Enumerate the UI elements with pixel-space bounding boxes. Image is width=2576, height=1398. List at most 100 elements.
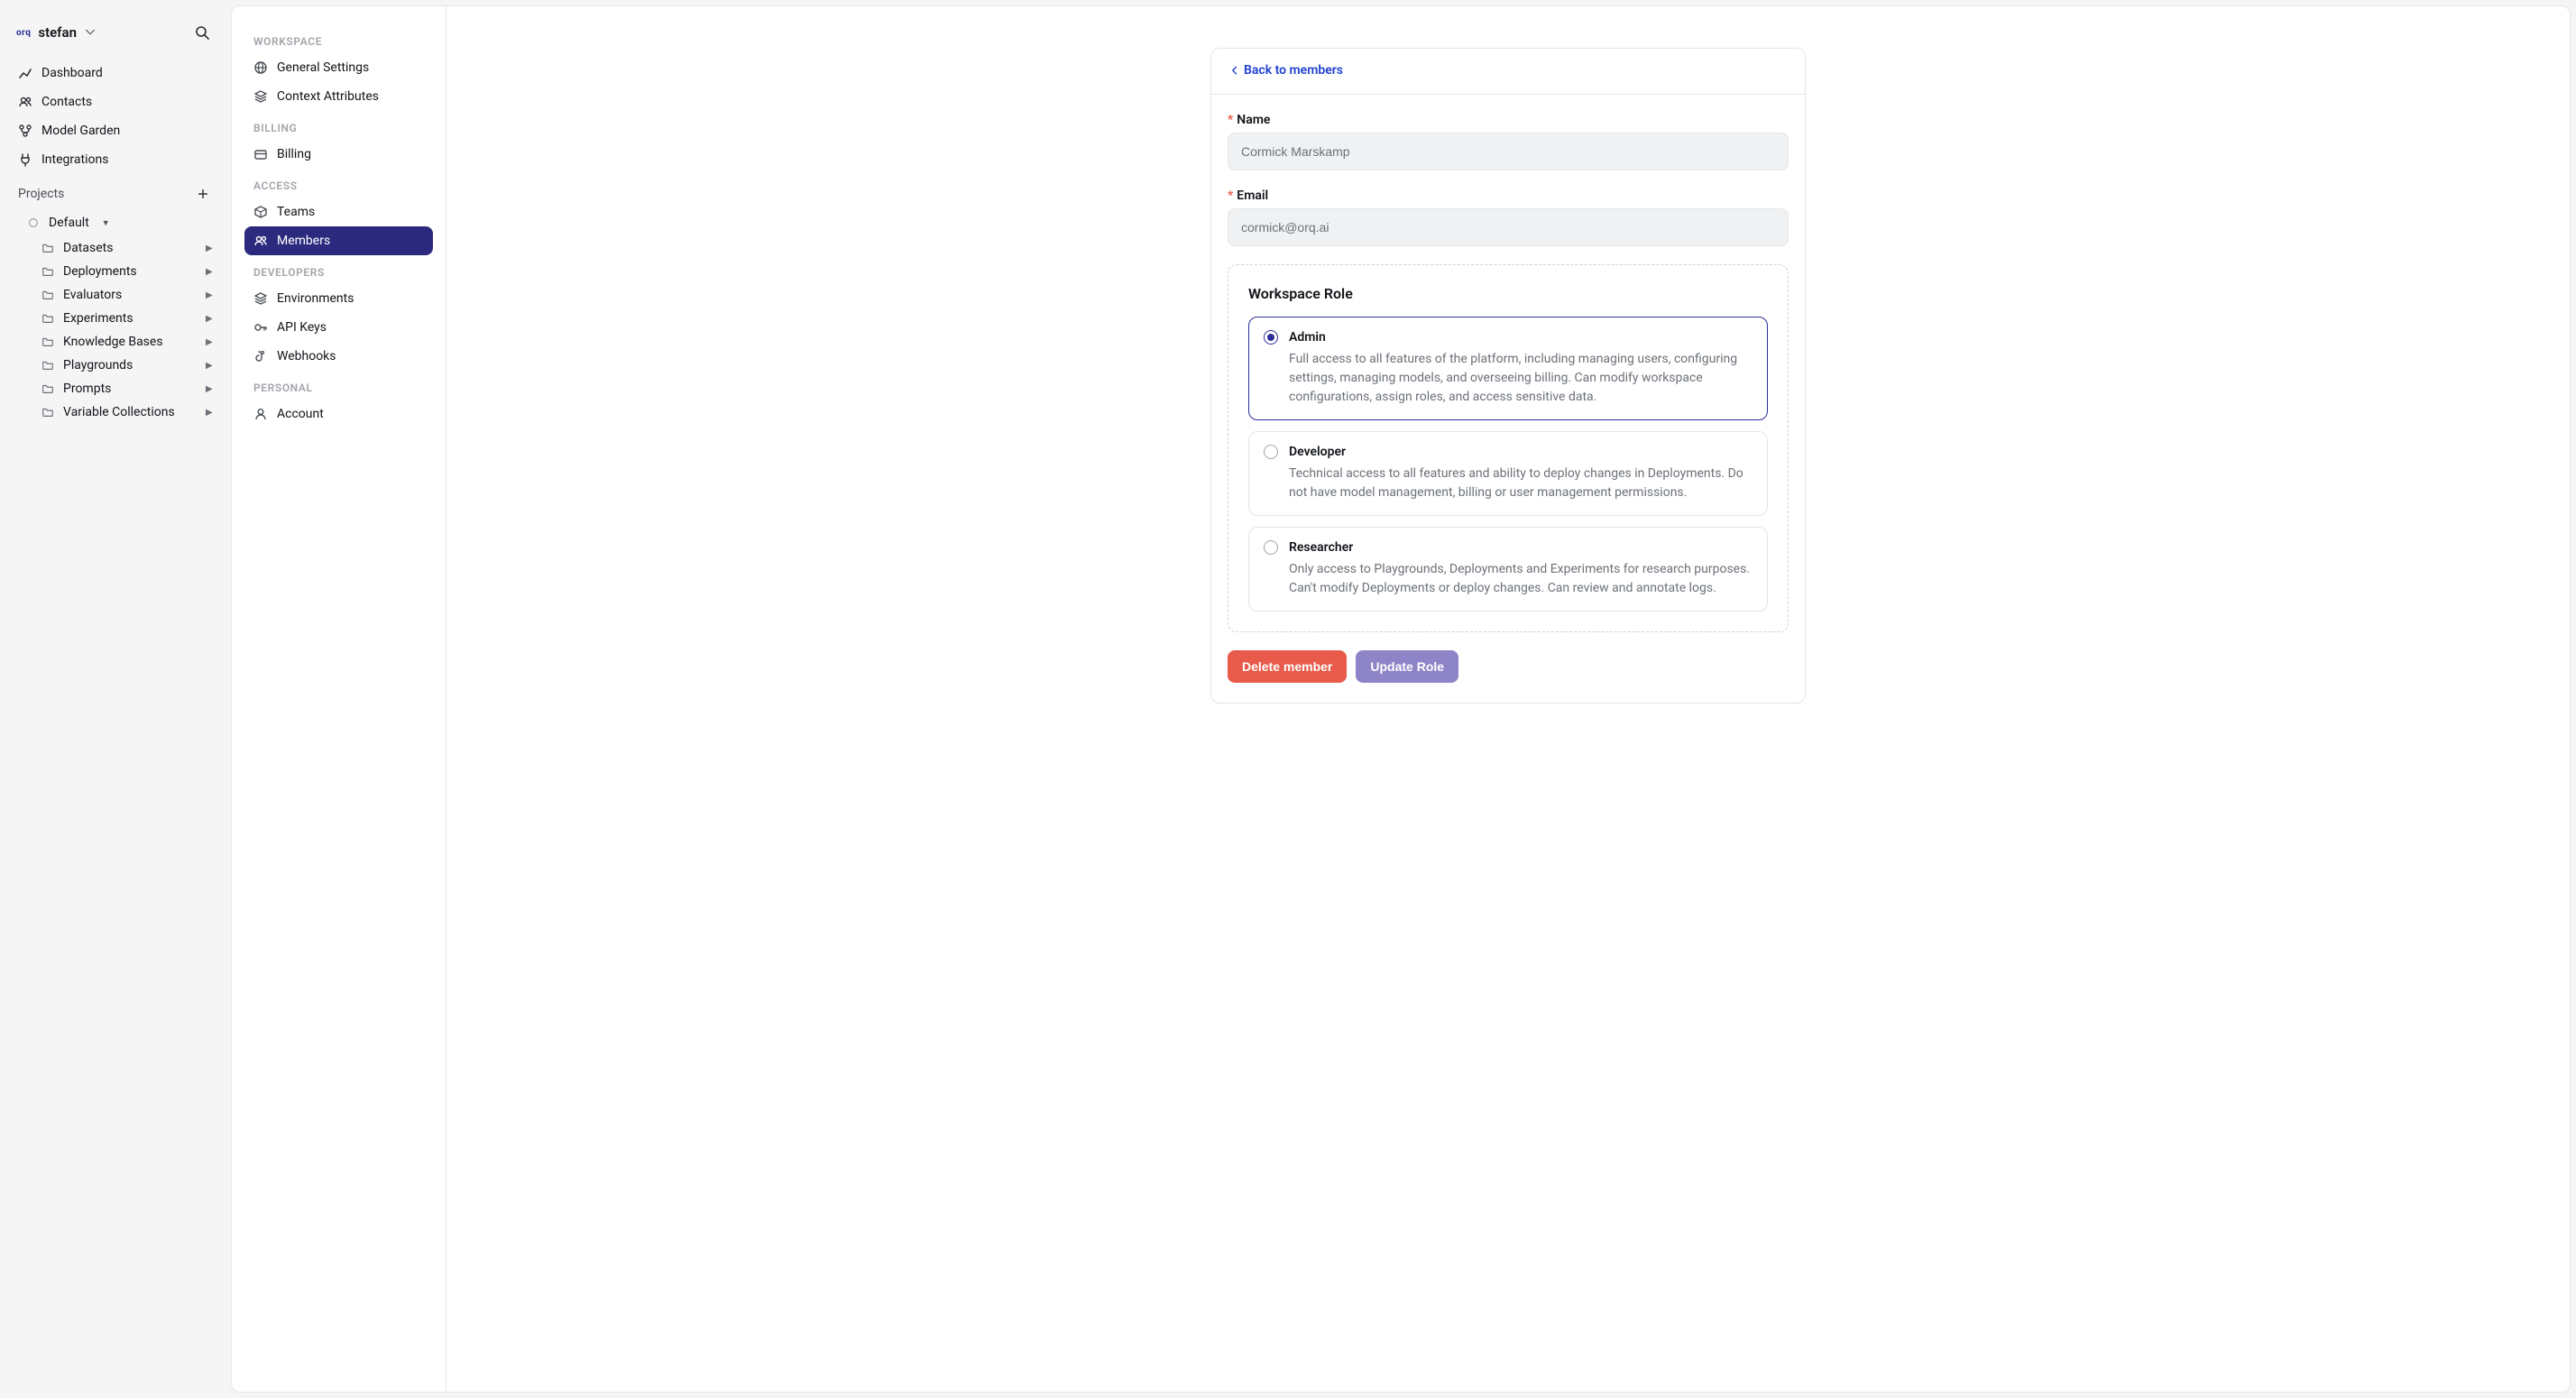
nav-integrations[interactable]: Integrations (11, 146, 220, 173)
settings-item-api-keys[interactable]: API Keys (244, 313, 433, 342)
settings-item-label: Teams (277, 205, 315, 219)
project-name: Default (49, 216, 89, 230)
branch-icon (18, 124, 32, 138)
settings-item-label: General Settings (277, 60, 369, 75)
project-item-variable-collections[interactable]: Variable Collections ▶ (11, 400, 220, 424)
settings-item-general-settings[interactable]: General Settings (244, 53, 433, 82)
folder-icon (41, 242, 54, 254)
role-name: Researcher (1289, 540, 1353, 555)
role-description: Technical access to all features and abi… (1289, 464, 1753, 502)
folder-icon (41, 265, 54, 278)
back-to-members-link[interactable]: Back to members (1229, 63, 1343, 78)
add-project-button[interactable] (193, 184, 213, 204)
general-settings-icon (253, 60, 268, 75)
role-box: Workspace Role AdminFull access to all f… (1228, 264, 1789, 632)
radio-researcher[interactable] (1264, 540, 1278, 555)
settings-group-title: ACCESS (244, 169, 433, 198)
project-item-evaluators[interactable]: Evaluators ▶ (11, 283, 220, 307)
project-item-label: Evaluators (63, 288, 122, 302)
settings-item-label: Billing (277, 147, 311, 161)
caret-right-icon: ▶ (206, 408, 213, 418)
project-item-label: Prompts (63, 382, 111, 396)
project-item-prompts[interactable]: Prompts ▶ (11, 377, 220, 400)
billing-icon (253, 147, 268, 161)
project-default[interactable]: Default ▼ (11, 211, 220, 235)
api-keys-icon (253, 320, 268, 335)
role-name: Developer (1289, 445, 1346, 459)
plus-icon (197, 188, 209, 200)
caret-down-icon: ▼ (102, 218, 110, 228)
settings-item-label: Context Attributes (277, 89, 379, 104)
folder-icon (41, 312, 54, 325)
project-item-deployments[interactable]: Deployments ▶ (11, 260, 220, 283)
project-item-label: Deployments (63, 264, 137, 279)
radio-developer[interactable] (1264, 445, 1278, 459)
nav-label: Model Garden (41, 124, 120, 138)
settings-nav: WORKSPACEGeneral SettingsContext Attribu… (232, 6, 446, 1392)
name-input (1228, 133, 1789, 170)
caret-right-icon: ▶ (206, 267, 213, 277)
settings-item-label: Account (277, 407, 324, 421)
settings-item-members[interactable]: Members (244, 226, 433, 255)
chart-icon (18, 66, 32, 80)
role-name: Admin (1289, 330, 1326, 345)
role-option-admin[interactable]: Admin Full access to all features of the … (1248, 317, 1768, 420)
users-icon (18, 95, 32, 109)
settings-item-label: Environments (277, 291, 354, 306)
name-label: *Name (1228, 113, 1789, 127)
role-description: Full access to all features of the platf… (1289, 350, 1753, 407)
settings-item-account[interactable]: Account (244, 400, 433, 428)
settings-group-title: PERSONAL (244, 371, 433, 400)
project-item-label: Playgrounds (63, 358, 133, 372)
email-label: *Email (1228, 189, 1789, 203)
search-icon (195, 25, 209, 40)
nav-contacts[interactable]: Contacts (11, 88, 220, 115)
folder-icon (41, 382, 54, 395)
settings-item-label: Members (277, 234, 330, 248)
project-item-playgrounds[interactable]: Playgrounds ▶ (11, 354, 220, 377)
caret-right-icon: ▶ (206, 384, 213, 394)
caret-right-icon: ▶ (206, 337, 213, 347)
search-button[interactable] (189, 20, 215, 45)
members-icon (253, 234, 268, 248)
role-option-researcher[interactable]: Researcher Only access to Playgrounds, De… (1248, 527, 1768, 612)
caret-right-icon: ▶ (206, 290, 213, 300)
member-card: Back to members *Name *Email Workspace R… (1210, 48, 1806, 704)
settings-group-title: DEVELOPERS (244, 255, 433, 284)
project-item-label: Experiments (63, 311, 133, 326)
radio-admin[interactable] (1264, 330, 1278, 345)
settings-item-teams[interactable]: Teams (244, 198, 433, 226)
nav-dashboard[interactable]: Dashboard (11, 60, 220, 87)
chevron-down-icon (84, 26, 97, 39)
nav-label: Dashboard (41, 66, 103, 80)
settings-item-context-attributes[interactable]: Context Attributes (244, 82, 433, 111)
project-item-label: Datasets (63, 241, 113, 255)
settings-item-webhooks[interactable]: Webhooks (244, 342, 433, 371)
caret-right-icon: ▶ (206, 361, 213, 371)
project-item-label: Variable Collections (63, 405, 175, 419)
caret-right-icon: ▶ (206, 314, 213, 324)
email-input (1228, 208, 1789, 246)
primary-nav: orq stefan Dashboard Contacts Model Gard… (0, 0, 231, 1398)
context-attributes-icon (253, 89, 268, 104)
logo-mark: orq (16, 28, 31, 38)
settings-item-environments[interactable]: Environments (244, 284, 433, 313)
workspace-switcher[interactable]: orq stefan (11, 14, 220, 58)
folder-icon (41, 359, 54, 372)
role-description: Only access to Playgrounds, Deployments … (1289, 560, 1753, 598)
role-option-developer[interactable]: Developer Technical access to all feature… (1248, 431, 1768, 516)
account-icon (253, 407, 268, 421)
nav-label: Contacts (41, 95, 92, 109)
back-label: Back to members (1244, 63, 1343, 78)
project-item-datasets[interactable]: Datasets▶ (11, 236, 220, 260)
main-panel: WORKSPACEGeneral SettingsContext Attribu… (231, 5, 2571, 1393)
project-item-label: Knowledge Bases (63, 335, 163, 349)
nav-model-garden[interactable]: Model Garden (11, 117, 220, 144)
chevron-left-icon (1229, 65, 1240, 76)
settings-item-billing[interactable]: Billing (244, 140, 433, 169)
delete-member-button[interactable]: Delete member (1228, 650, 1347, 683)
folder-icon (41, 289, 54, 301)
project-item-knowledge-bases[interactable]: Knowledge Bases ▶ (11, 330, 220, 354)
update-role-button[interactable]: Update Role (1356, 650, 1458, 683)
project-item-experiments[interactable]: Experiments ▶ (11, 307, 220, 330)
